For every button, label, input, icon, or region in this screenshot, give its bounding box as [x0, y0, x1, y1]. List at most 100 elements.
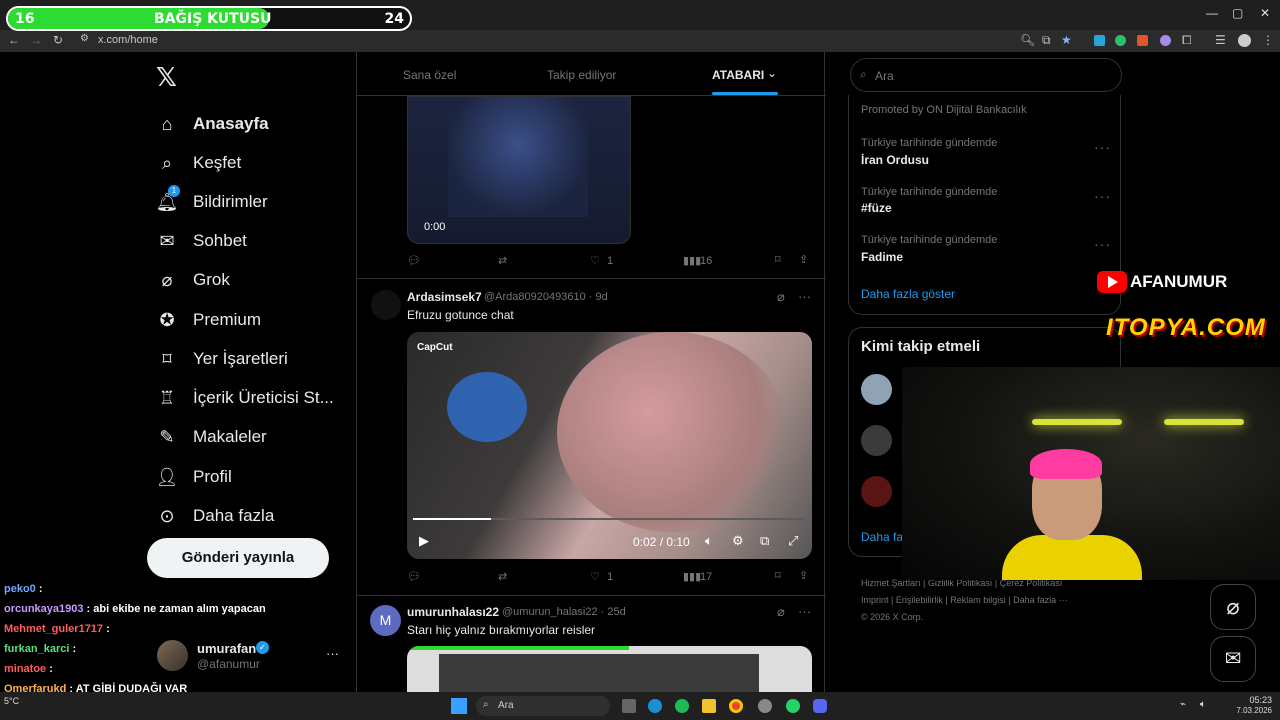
- avatar[interactable]: [371, 290, 401, 320]
- footer-link[interactable]: Imprint: [861, 595, 889, 605]
- reload-icon[interactable]: ↻: [53, 33, 63, 47]
- views-icon[interactable]: ▮▮▮: [683, 570, 701, 583]
- side-panel-icon[interactable]: ☰: [1215, 33, 1226, 47]
- trend-title[interactable]: #füze: [861, 201, 892, 215]
- discord-icon[interactable]: [813, 699, 827, 713]
- footer-link[interactable]: Erişilebilirlik: [896, 595, 943, 605]
- spotify-icon[interactable]: [675, 699, 689, 713]
- tab-atabari[interactable]: ATABARI: [712, 68, 764, 82]
- site-info-icon[interactable]: ⚙: [80, 33, 89, 44]
- tweet-author-handle[interactable]: @Arda80920493610 · 9d: [484, 291, 608, 303]
- grok-icon[interactable]: ⌀: [777, 289, 785, 305]
- profile-avatar[interactable]: [1238, 34, 1251, 47]
- who-more-link[interactable]: Daha fa: [861, 530, 903, 544]
- bookmark-icon[interactable]: ⌑: [775, 569, 781, 582]
- volume-icon[interactable]: 🔈︎: [1200, 699, 1206, 710]
- like-icon[interactable]: ♡: [590, 570, 600, 583]
- sidebar-item[interactable]: 🔔︎ 1 Bildirimler: [156, 185, 268, 217]
- retweet-icon[interactable]: ⇄: [498, 254, 507, 267]
- retweet-icon[interactable]: ⇄: [498, 570, 507, 583]
- video-progress-track[interactable]: [413, 518, 805, 520]
- app-icon[interactable]: [758, 699, 772, 713]
- tweet-author-name[interactable]: umurunhalası22: [407, 605, 499, 619]
- post-button[interactable]: Gönderi yayınla: [147, 538, 329, 578]
- grok-floating-button[interactable]: ⌀: [1210, 584, 1256, 630]
- sidebar-item[interactable]: ✎ Makaleler: [156, 422, 266, 452]
- reply-icon[interactable]: 💬︎: [407, 570, 421, 583]
- avatar[interactable]: [861, 425, 892, 456]
- account-more-icon[interactable]: ···: [326, 646, 339, 661]
- tweet-media[interactable]: [407, 646, 812, 692]
- extension-icon[interactable]: [1094, 35, 1105, 46]
- grok-icon[interactable]: ⌀: [777, 604, 785, 620]
- bookmark-icon[interactable]: ⌑: [775, 253, 781, 266]
- like-icon[interactable]: ♡: [590, 254, 600, 267]
- zoom-icon[interactable]: 🔍︎: [1020, 33, 1035, 47]
- trend-more-icon[interactable]: ···: [1094, 188, 1111, 204]
- taskbar-search[interactable]: ⌕ Ara: [476, 696, 610, 716]
- play-icon[interactable]: ▶: [419, 533, 429, 549]
- avatar[interactable]: [861, 476, 892, 507]
- sidebar-item[interactable]: ♖ İçerik Üreticisi St...: [156, 383, 334, 413]
- avatar[interactable]: [861, 374, 892, 405]
- sidebar-item[interactable]: ⊙ Daha fazla: [156, 501, 274, 531]
- settings-icon[interactable]: ⚙: [732, 533, 744, 549]
- menu-kebab-icon[interactable]: ⋮: [1262, 33, 1274, 47]
- trend-title[interactable]: İran Ordusu: [861, 153, 929, 167]
- back-icon[interactable]: ←: [8, 33, 20, 47]
- forward-icon[interactable]: →: [30, 33, 42, 47]
- extension-icon[interactable]: [1137, 35, 1148, 46]
- tab-for-you[interactable]: Sana özel: [403, 68, 456, 82]
- extension-icon[interactable]: [1160, 35, 1171, 46]
- trend-more-icon[interactable]: ···: [1094, 236, 1111, 252]
- task-view-icon[interactable]: [622, 699, 636, 713]
- network-icon[interactable]: ⌁: [1180, 699, 1186, 710]
- whatsapp-icon[interactable]: [786, 699, 800, 713]
- sidebar-item[interactable]: ⌀ Grok: [156, 265, 230, 295]
- fullscreen-icon[interactable]: ⤢: [788, 533, 798, 549]
- trend-more-icon[interactable]: ···: [1094, 139, 1111, 155]
- tweet-author-name[interactable]: Ardasimsek7: [407, 290, 482, 304]
- windows-start-icon[interactable]: [451, 698, 467, 714]
- extensions-puzzle-icon[interactable]: ⧠: [1182, 33, 1192, 48]
- video-player[interactable]: 0:00: [407, 96, 631, 244]
- file-explorer-icon[interactable]: [702, 699, 716, 713]
- footer-link[interactable]: Reklam bilgisi: [950, 595, 1006, 605]
- footer-link[interactable]: Daha fazla ···: [1013, 595, 1068, 605]
- tweet-author-handle[interactable]: @umurun_halasi22 · 25d: [502, 606, 626, 618]
- reply-icon[interactable]: 💬︎: [407, 254, 421, 267]
- account-name[interactable]: umurafan: [197, 641, 256, 656]
- sidebar-item[interactable]: ⌑ Yer İşaretleri: [156, 344, 287, 374]
- avatar[interactable]: M: [370, 605, 401, 636]
- avatar[interactable]: [157, 640, 188, 671]
- extension-icon[interactable]: [1115, 35, 1126, 46]
- x-logo[interactable]: 𝕏: [156, 62, 177, 93]
- bookmark-star-icon[interactable]: ★: [1061, 33, 1072, 47]
- sidebar-item[interactable]: ⌕ Keşfet: [156, 148, 241, 178]
- trend-title[interactable]: Fadime: [861, 250, 903, 264]
- url-text[interactable]: x.com/home: [98, 34, 158, 46]
- views-icon[interactable]: ▮▮▮: [683, 254, 701, 267]
- chrome-icon[interactable]: [729, 699, 743, 713]
- maximize-icon[interactable]: ▢: [1232, 6, 1243, 20]
- chevron-down-icon[interactable]: ⌄: [767, 66, 777, 80]
- more-icon[interactable]: ···: [798, 604, 811, 619]
- sidebar-item[interactable]: ✪ Premium: [156, 305, 261, 335]
- volume-icon[interactable]: 🔈︎: [705, 533, 713, 549]
- more-icon[interactable]: ···: [798, 289, 811, 304]
- video-player[interactable]: CapCut ▶ 0:02 / 0:10 🔈︎ ⚙ ⧉ ⤢: [407, 332, 812, 559]
- share-icon[interactable]: ⇪: [799, 569, 808, 582]
- tab-following[interactable]: Takip ediliyor: [547, 68, 616, 82]
- minimize-icon[interactable]: —: [1206, 6, 1218, 20]
- sidebar-item[interactable]: ⌂ Anasayfa: [156, 109, 269, 139]
- messages-floating-button[interactable]: ✉: [1210, 636, 1256, 682]
- search-input[interactable]: ⌕ Ara: [850, 58, 1122, 92]
- share-icon[interactable]: ⇪: [799, 253, 808, 266]
- close-icon[interactable]: ✕: [1260, 6, 1270, 20]
- show-more-link[interactable]: Daha fazla göster: [861, 287, 955, 301]
- picture-in-picture-icon[interactable]: ⧉: [760, 533, 769, 549]
- sidebar-item[interactable]: 👤︎ Profil: [156, 462, 232, 492]
- sidebar-item[interactable]: ✉ Sohbet: [156, 226, 246, 256]
- install-icon[interactable]: ⧉: [1042, 33, 1051, 48]
- edge-icon[interactable]: [648, 699, 662, 713]
